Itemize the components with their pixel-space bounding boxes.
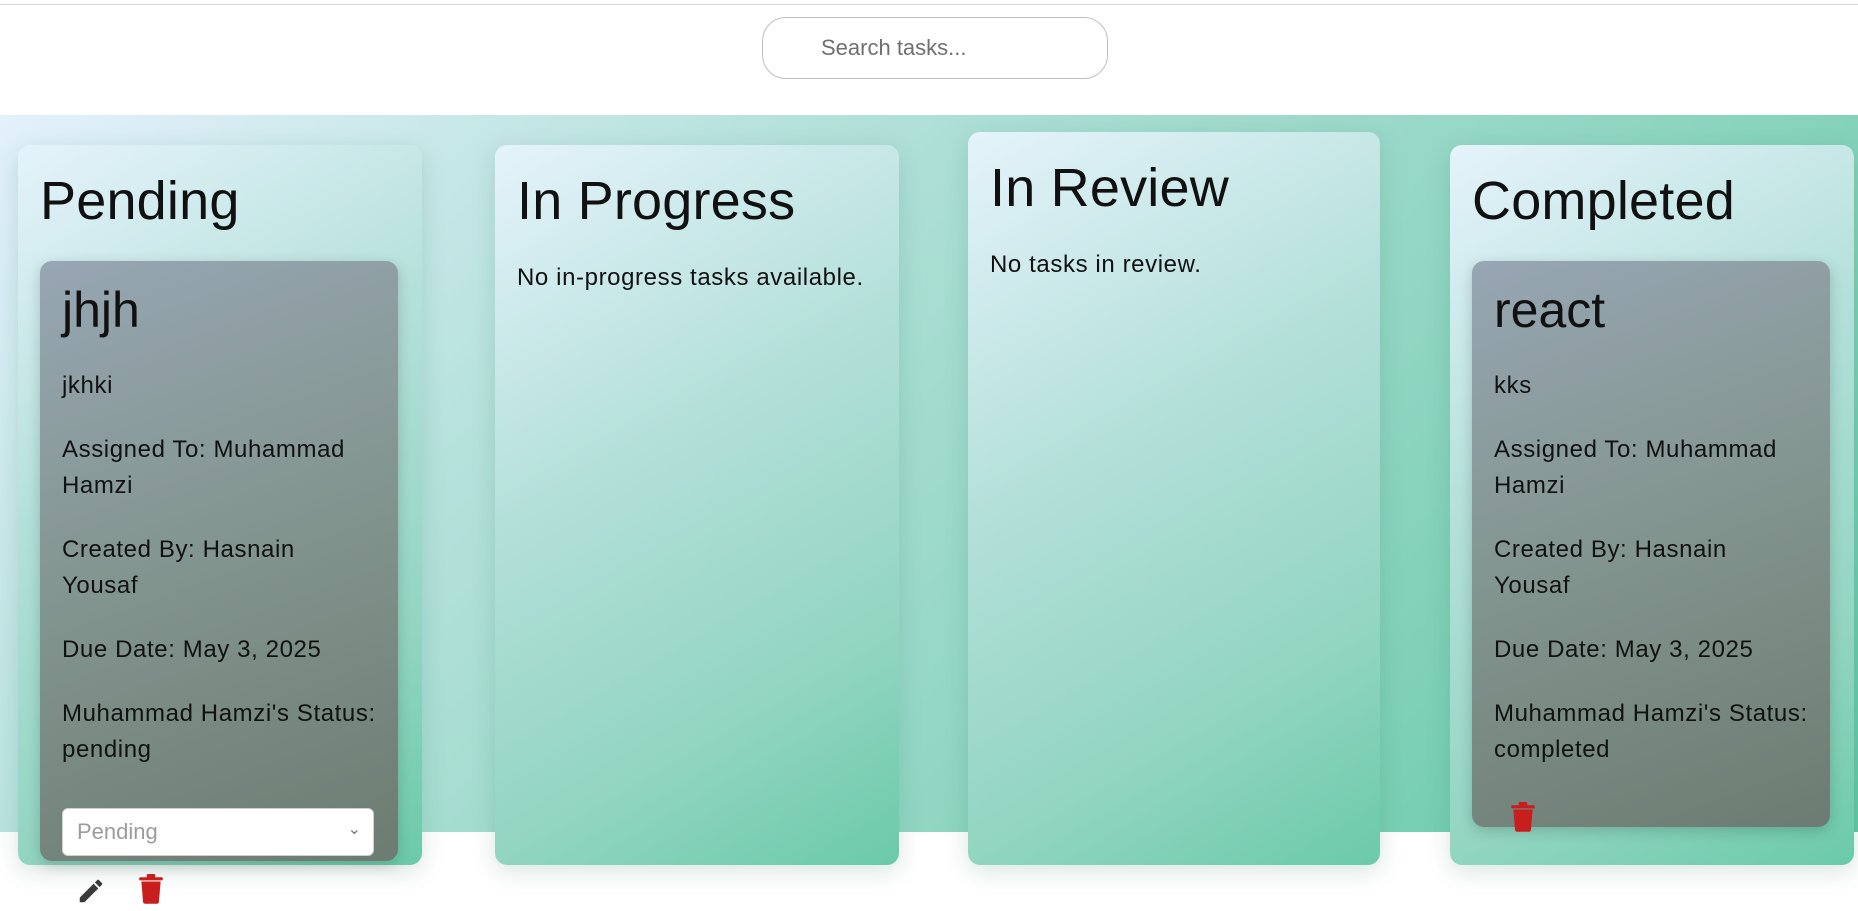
search-input[interactable] xyxy=(762,17,1108,79)
task-status: Muhammad Hamzi's Status: completed xyxy=(1494,700,1808,763)
empty-message: No in-progress tasks available. xyxy=(517,263,864,291)
chevron-down-icon: ⌄ xyxy=(347,821,361,838)
task-assigned-to: Assigned To: Muhammad Hamzi xyxy=(1494,436,1777,499)
task-assigned-to: Assigned To: Muhammad Hamzi xyxy=(62,436,345,499)
status-select[interactable]: Pending ⌄ xyxy=(62,808,374,856)
trash-icon[interactable] xyxy=(138,874,164,904)
column-in-progress: In Progress No in-progress tasks availab… xyxy=(495,145,899,865)
column-in-review: In Review No tasks in review. xyxy=(968,132,1380,865)
trash-icon[interactable] xyxy=(1510,802,1536,832)
kanban-board: Pending jhjh jkhki Assigned To: Muhammad… xyxy=(0,115,1858,904)
task-title: react xyxy=(1494,282,1606,338)
task-description: kks xyxy=(1494,372,1532,399)
task-actions xyxy=(1494,802,1808,832)
task-due-date: Due Date: May 3, 2025 xyxy=(62,636,322,663)
column-title: Pending xyxy=(40,171,240,231)
top-bar xyxy=(0,5,1858,115)
task-card[interactable]: jhjh jkhki Assigned To: Muhammad Hamzi C… xyxy=(40,261,398,904)
column-title: Completed xyxy=(1472,171,1735,231)
task-status: Muhammad Hamzi's Status: pending xyxy=(62,700,376,763)
column-completed: Completed react kks Assigned To: Muhamma… xyxy=(1450,145,1854,865)
empty-message: No tasks in review. xyxy=(990,250,1202,278)
column-pending: Pending jhjh jkhki Assigned To: Muhammad… xyxy=(18,145,422,904)
column-title: In Review xyxy=(990,158,1229,218)
task-card[interactable]: react kks Assigned To: Muhammad Hamzi Cr… xyxy=(1472,261,1830,832)
task-actions xyxy=(62,868,376,904)
task-created-by: Created By: Hasnain Yousaf xyxy=(62,536,295,599)
task-description: jkhki xyxy=(62,372,114,399)
task-created-by: Created By: Hasnain Yousaf xyxy=(1494,536,1727,599)
task-due-date: Due Date: May 3, 2025 xyxy=(1494,636,1754,663)
task-title: jhjh xyxy=(62,282,140,338)
column-title: In Progress xyxy=(517,171,796,231)
pencil-icon[interactable] xyxy=(76,876,106,906)
